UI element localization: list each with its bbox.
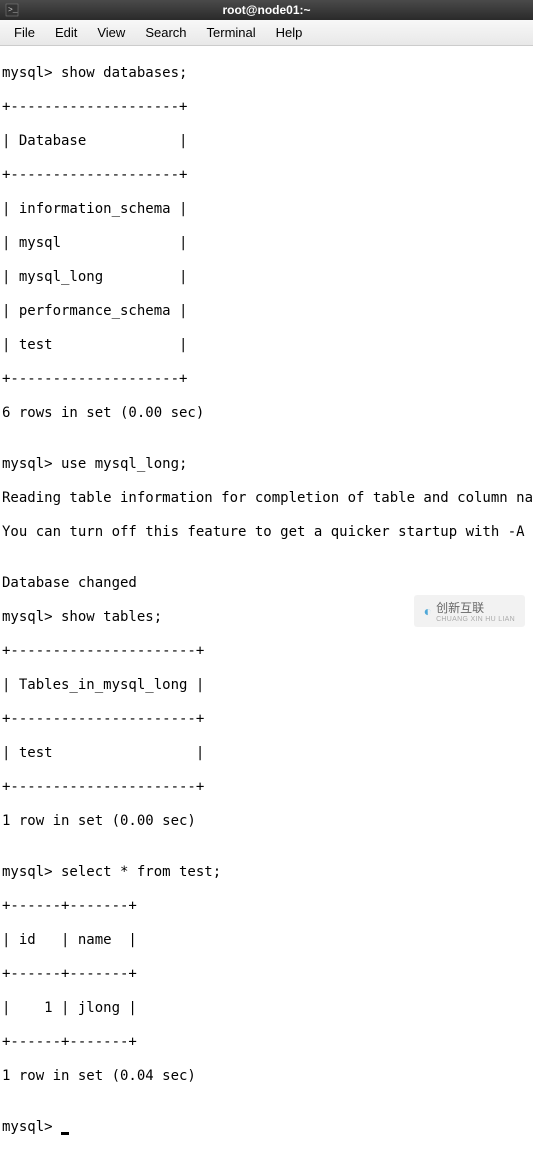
terminal-line: mysql> select * from test; <box>2 864 531 881</box>
svg-text:>_: >_ <box>8 6 18 15</box>
window-titlebar: >_ root@node01:~ <box>0 0 533 20</box>
watermark-subtext: CHUANG XIN HU LIAN <box>436 616 515 623</box>
watermark-logo-icon: ◐ <box>424 603 432 619</box>
cursor-icon <box>61 1132 69 1135</box>
terminal-icon: >_ <box>4 2 20 18</box>
menu-help[interactable]: Help <box>266 22 313 43</box>
watermark: ◐ 创新互联 CHUANG XIN HU LIAN <box>414 595 525 627</box>
terminal-line: | mysql | <box>2 235 531 252</box>
terminal-line: +------+-------+ <box>2 966 531 983</box>
terminal-prompt: mysql> <box>2 1119 61 1135</box>
menu-terminal[interactable]: Terminal <box>197 22 266 43</box>
terminal-line: 6 rows in set (0.00 sec) <box>2 405 531 422</box>
terminal-line: You can turn off this feature to get a q… <box>2 524 531 541</box>
terminal-line: | 1 | jlong | <box>2 1000 531 1017</box>
terminal-line: | test | <box>2 745 531 762</box>
terminal-line: +--------------------+ <box>2 371 531 388</box>
terminal-line: +----------------------+ <box>2 711 531 728</box>
terminal-line: | mysql_long | <box>2 269 531 286</box>
terminal-line: +--------------------+ <box>2 99 531 116</box>
terminal-line: 1 row in set (0.00 sec) <box>2 813 531 830</box>
terminal-line: | performance_schema | <box>2 303 531 320</box>
terminal-line: | test | <box>2 337 531 354</box>
menubar: File Edit View Search Terminal Help <box>0 20 533 46</box>
terminal-line: 1 row in set (0.04 sec) <box>2 1068 531 1085</box>
terminal-line: +----------------------+ <box>2 643 531 660</box>
window-title: root@node01:~ <box>222 3 310 17</box>
terminal-line: mysql> show databases; <box>2 65 531 82</box>
menu-view[interactable]: View <box>87 22 135 43</box>
terminal-line: mysql> use mysql_long; <box>2 456 531 473</box>
menu-file[interactable]: File <box>4 22 45 43</box>
terminal-line: +--------------------+ <box>2 167 531 184</box>
watermark-text: 创新互联 <box>436 599 515 616</box>
terminal-prompt-line: mysql> <box>2 1119 531 1136</box>
terminal-line: | Database | <box>2 133 531 150</box>
terminal-line: | information_schema | <box>2 201 531 218</box>
terminal-line: Database changed <box>2 575 531 592</box>
terminal-line: +------+-------+ <box>2 898 531 915</box>
terminal-line: | Tables_in_mysql_long | <box>2 677 531 694</box>
terminal-line: +------+-------+ <box>2 1034 531 1051</box>
terminal-line: +----------------------+ <box>2 779 531 796</box>
terminal-line: | id | name | <box>2 932 531 949</box>
menu-search[interactable]: Search <box>135 22 196 43</box>
terminal-line: Reading table information for completion… <box>2 490 531 507</box>
menu-edit[interactable]: Edit <box>45 22 87 43</box>
